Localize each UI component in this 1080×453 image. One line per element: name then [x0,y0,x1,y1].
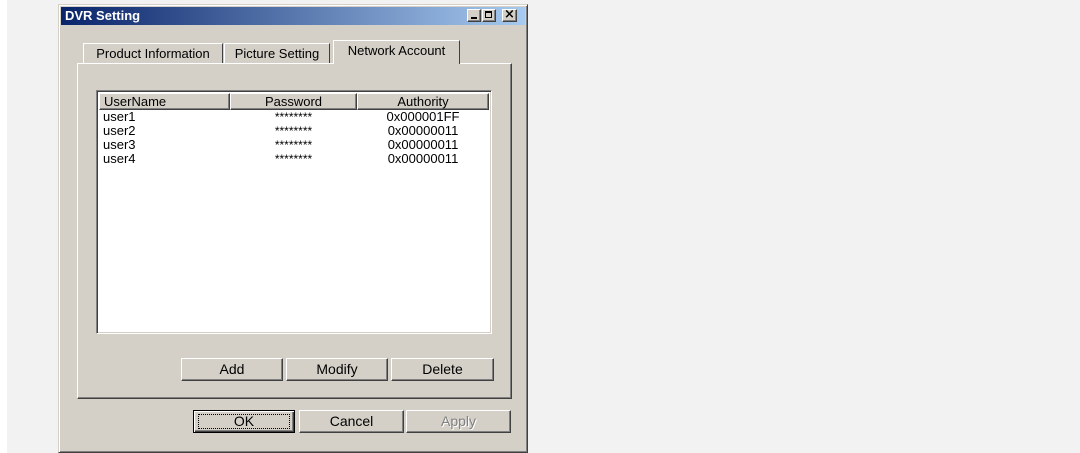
minimize-icon [471,17,477,19]
username-cell: user4 [103,151,136,166]
ok-button[interactable]: OK [193,410,295,433]
table-row[interactable]: user4 ******** 0x00000011 [99,151,489,167]
authority-cell: 0x00000011 [387,137,459,152]
password-cell: ******** [274,110,313,124]
tab-network-account[interactable]: Network Account [333,40,460,64]
minimize-button[interactable] [467,9,481,22]
authority-cell: 0x00000011 [387,151,459,166]
maximize-button[interactable] [482,9,496,22]
account-list[interactable]: UserName Password Authority user1 ******… [96,90,492,334]
table-row[interactable]: user2 ******** 0x00000011 [99,123,489,139]
username-cell: user3 [103,137,136,152]
window-title: DVR Setting [65,8,141,23]
list-rows: user1 ******** 0x000001FF user2 ********… [99,109,489,167]
password-cell: ******** [274,152,313,166]
authority-cell: 0x00000011 [387,123,459,138]
delete-button[interactable]: Delete [391,358,494,381]
tab-picture-setting[interactable]: Picture Setting [224,43,330,63]
column-header-authority[interactable]: Authority [357,93,489,110]
add-button[interactable]: Add [181,358,283,381]
close-icon: × [504,7,515,22]
username-cell: user1 [103,109,136,124]
cancel-button[interactable]: Cancel [299,410,404,433]
username-cell: user2 [103,123,136,138]
dvr-setting-dialog: DVR Setting × Product Information Pictur… [58,4,528,453]
list-header: UserName Password Authority [99,93,489,110]
focus-rect [198,414,290,429]
network-account-panel: UserName Password Authority user1 ******… [77,63,512,399]
column-header-username[interactable]: UserName [99,93,230,110]
table-row[interactable]: user3 ******** 0x00000011 [99,137,489,153]
password-cell: ******** [274,124,313,138]
maximize-icon [485,11,492,18]
modify-button[interactable]: Modify [286,358,388,381]
table-row[interactable]: user1 ******** 0x000001FF [99,109,489,125]
background-strip [0,0,7,453]
authority-cell: 0x000001FF [386,109,460,124]
column-header-password[interactable]: Password [230,93,357,110]
apply-button: Apply [406,410,511,433]
close-button[interactable]: × [502,7,517,22]
tab-product-information[interactable]: Product Information [83,43,223,63]
title-bar[interactable]: DVR Setting × [61,7,525,25]
password-cell: ******** [274,138,313,152]
